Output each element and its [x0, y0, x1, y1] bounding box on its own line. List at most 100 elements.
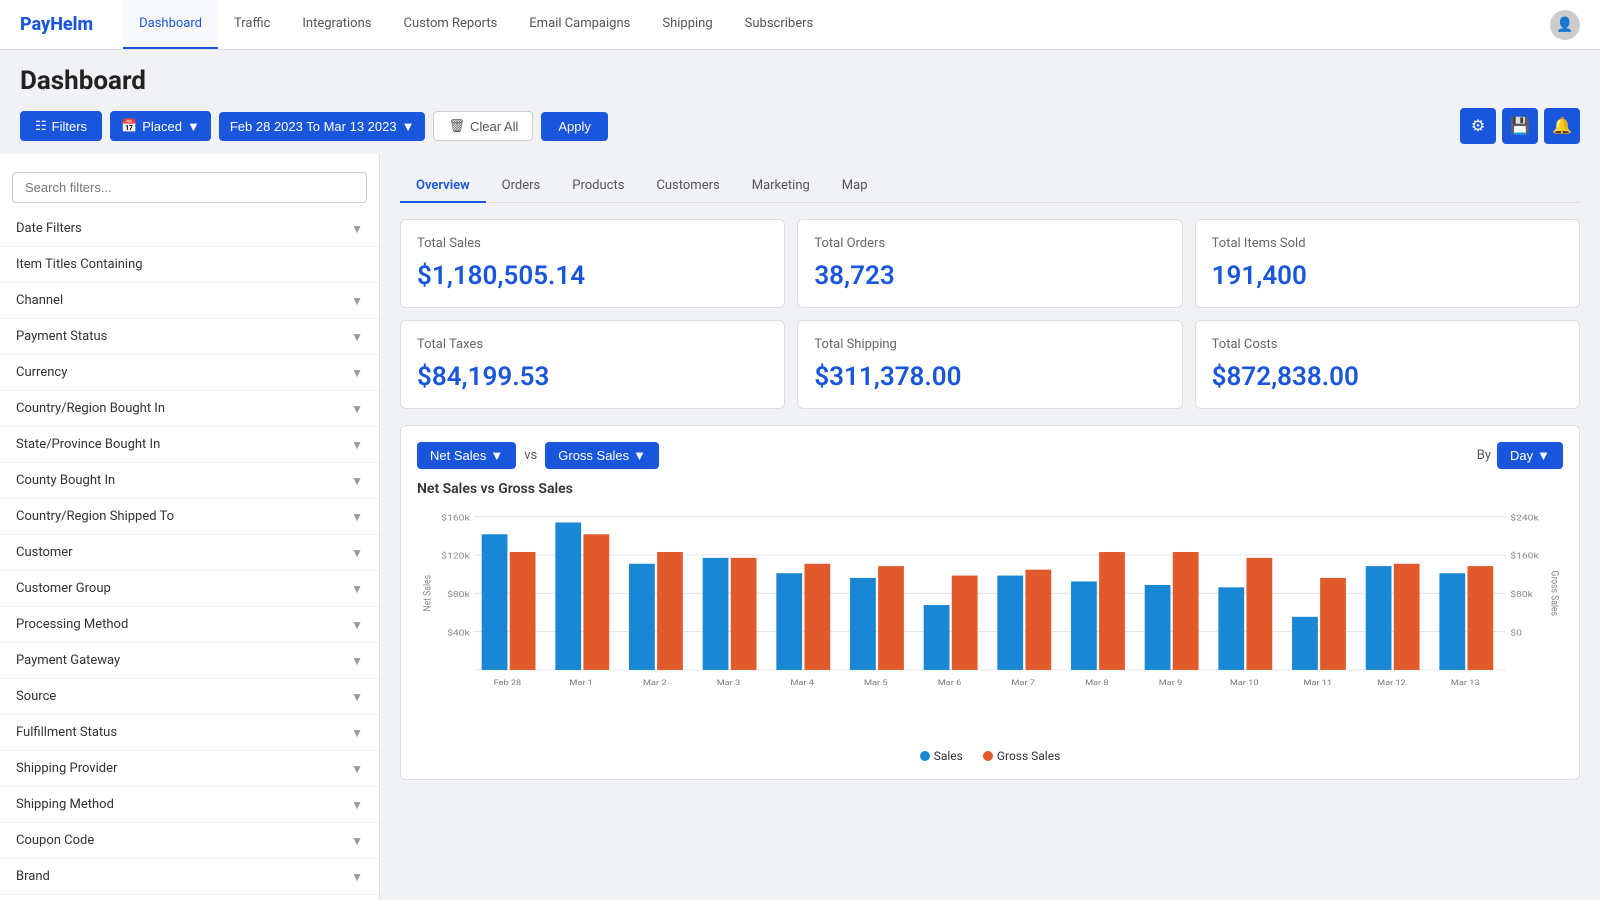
- app-logo[interactable]: PayHelm: [20, 14, 93, 35]
- filter-label: Processing Method: [16, 617, 128, 632]
- legend-gross-sales: Gross Sales: [983, 749, 1060, 763]
- nav-tab-dashboard[interactable]: Dashboard: [123, 0, 218, 49]
- stat-card: Total Sales$1,180,505.14: [400, 219, 785, 308]
- toolbar: ☷ Filters 📅 Placed ▼ Feb 28 2023 To Mar …: [20, 108, 1580, 144]
- svg-text:Mar 5: Mar 5: [864, 679, 888, 688]
- user-avatar[interactable]: 👤: [1550, 10, 1580, 40]
- stat-value: $872,838.00: [1212, 362, 1563, 392]
- filter-item[interactable]: Customer ▼: [0, 535, 379, 571]
- filter-label: Shipping Provider: [16, 761, 117, 776]
- filter-label: Customer: [16, 545, 73, 560]
- stat-value: $311,378.00: [814, 362, 1165, 392]
- stat-card: Total Taxes$84,199.53: [400, 320, 785, 409]
- gross-sales-button[interactable]: Gross Sales ▼: [545, 442, 659, 469]
- filter-item[interactable]: Shipping Method▼: [0, 787, 379, 823]
- tab-marketing[interactable]: Marketing: [736, 170, 826, 203]
- chevron-down-icon: ▼: [351, 402, 363, 416]
- stat-value: 191,400: [1212, 261, 1563, 291]
- filter-item[interactable]: Customer Group▼: [0, 571, 379, 607]
- filter-item[interactable]: Channel▼: [0, 283, 379, 319]
- filter-label: Source: [16, 689, 56, 704]
- svg-text:Mar 13: Mar 13: [1451, 679, 1480, 688]
- notification-button[interactable]: 🔔: [1544, 108, 1580, 144]
- page-title: Dashboard: [20, 66, 1580, 96]
- tab-products[interactable]: Products: [556, 170, 640, 203]
- tab-orders[interactable]: Orders: [486, 170, 557, 203]
- filter-item[interactable]: Shipping Provider ▼: [0, 751, 379, 787]
- filter-item[interactable]: SKU▼: [0, 895, 379, 900]
- net-sales-button[interactable]: Net Sales ▼: [417, 442, 516, 469]
- svg-text:Gross Sales: Gross Sales: [1548, 570, 1560, 616]
- chevron-down-icon: ▼: [351, 654, 363, 668]
- tab-overview[interactable]: Overview: [400, 170, 486, 203]
- nav-tab-integrations[interactable]: Integrations: [286, 0, 387, 49]
- nav-tabs: Dashboard Traffic Integrations Custom Re…: [123, 0, 829, 49]
- save-button[interactable]: 💾: [1502, 108, 1538, 144]
- nav-tab-email-campaigns[interactable]: Email Campaigns: [513, 0, 646, 49]
- nav-tab-shipping[interactable]: Shipping: [646, 0, 728, 49]
- nav-tab-custom-reports[interactable]: Custom Reports: [387, 0, 513, 49]
- tab-map[interactable]: Map: [826, 170, 884, 203]
- date-range-button[interactable]: Feb 28 2023 To Mar 13 2023 ▼: [219, 112, 426, 141]
- filter-item[interactable]: Payment Gateway ▼: [0, 643, 379, 679]
- sidebar-search-container: [0, 164, 379, 211]
- nav-tab-subscribers[interactable]: Subscribers: [729, 0, 830, 49]
- legend-sales: Sales: [920, 749, 963, 763]
- filter-label: Item Titles Containing: [16, 257, 143, 272]
- filter-item[interactable]: Country/Region Shipped To▼: [0, 499, 379, 535]
- stat-cards-grid: Total Sales$1,180,505.14Total Orders38,7…: [400, 219, 1580, 409]
- filter-item[interactable]: County Bought In▼: [0, 463, 379, 499]
- chevron-down-icon: ▼: [351, 798, 363, 812]
- apply-button[interactable]: Apply: [541, 112, 608, 141]
- vs-text: vs: [524, 448, 537, 463]
- filters-button[interactable]: ☷ Filters: [20, 111, 102, 141]
- tab-customers[interactable]: Customers: [640, 170, 735, 203]
- filter-label: Payment Gateway: [16, 653, 120, 668]
- filter-item[interactable]: Item Titles Containing: [0, 247, 379, 283]
- filter-label: State/Province Bought In: [16, 437, 160, 452]
- svg-text:$160k: $160k: [441, 513, 470, 523]
- filter-label: Coupon Code: [16, 833, 94, 848]
- chart-legend: Sales Gross Sales: [417, 749, 1563, 763]
- filter-label: Payment Status: [16, 329, 107, 344]
- placed-date-button[interactable]: 📅 Placed ▼: [110, 111, 211, 141]
- svg-text:Mar 2: Mar 2: [643, 679, 667, 688]
- filter-item[interactable]: Source ▼: [0, 679, 379, 715]
- filter-item[interactable]: Brand▼: [0, 859, 379, 895]
- content-area: Overview Orders Products Customers Marke…: [380, 154, 1600, 900]
- gross-sales-label: Gross Sales: [558, 448, 629, 463]
- filter-label: Brand: [16, 869, 50, 884]
- chevron-down-icon: ▼: [351, 510, 363, 524]
- sales-legend-label: Sales: [934, 749, 963, 763]
- filter-item[interactable]: Country/Region Bought In▼: [0, 391, 379, 427]
- filter-item[interactable]: Processing Method▼: [0, 607, 379, 643]
- svg-text:$80k: $80k: [447, 590, 470, 600]
- svg-text:Mar 11: Mar 11: [1304, 679, 1333, 688]
- chevron-down-icon: ▼: [351, 762, 363, 776]
- svg-text:Mar 6: Mar 6: [938, 679, 962, 688]
- filter-item[interactable]: Currency▼: [0, 355, 379, 391]
- filter-item[interactable]: Date Filters▼: [0, 211, 379, 247]
- svg-text:$40k: $40k: [447, 628, 470, 638]
- filter-list: Date Filters▼ Item Titles Containing Chann…: [0, 211, 379, 900]
- main-content: Date Filters▼ Item Titles Containing Chann…: [0, 154, 1600, 900]
- filter-item[interactable]: Payment Status▼: [0, 319, 379, 355]
- nav-tab-traffic[interactable]: Traffic: [218, 0, 286, 49]
- gross-sales-dot: [983, 751, 993, 761]
- chevron-down-icon: ▼: [351, 546, 363, 560]
- clear-all-button[interactable]: 🗑 Clear All: [433, 111, 533, 141]
- bar-chart: $40k$0$80k$80k$120k$160k$160k$240kFeb 28…: [417, 507, 1563, 737]
- chart-toolbar: Net Sales ▼ vs Gross Sales ▼ By Day ▼: [417, 442, 1563, 469]
- filter-item[interactable]: Coupon Code▼: [0, 823, 379, 859]
- trash-icon: 🗑: [448, 118, 465, 134]
- filter-item[interactable]: Fulfillment Status▼: [0, 715, 379, 751]
- svg-text:$160k: $160k: [1510, 551, 1539, 561]
- navigation: PayHelm Dashboard Traffic Integrations C…: [0, 0, 1600, 50]
- period-button[interactable]: Day ▼: [1497, 442, 1563, 469]
- search-input[interactable]: [12, 172, 367, 203]
- settings-button[interactable]: ⚙: [1460, 108, 1496, 144]
- svg-text:Mar 7: Mar 7: [1011, 679, 1035, 688]
- filter-item[interactable]: State/Province Bought In▼: [0, 427, 379, 463]
- stat-card: Total Orders38,723: [797, 219, 1182, 308]
- chevron-down-icon: ▼: [351, 690, 363, 704]
